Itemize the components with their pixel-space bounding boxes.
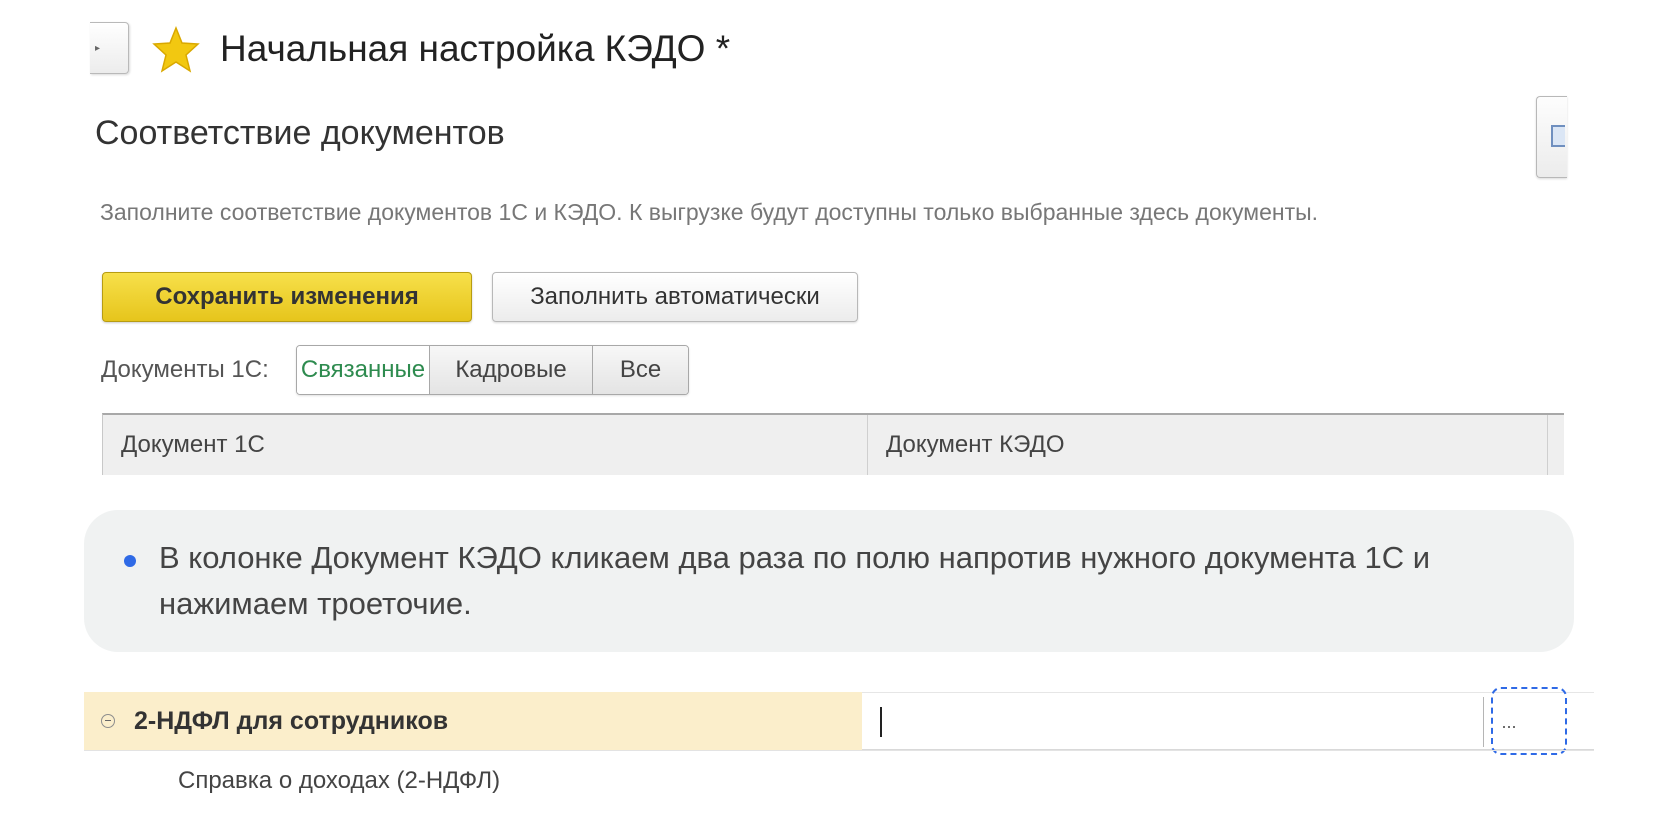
table-row[interactable]: 2-НДФЛ для сотрудников ... [84, 692, 1594, 750]
text-cursor [880, 707, 882, 737]
arrow-right-icon: ▸ [95, 42, 101, 54]
window-title: Начальная настройка КЭДО * [220, 28, 731, 69]
save-button[interactable]: Сохранить изменения [102, 272, 472, 322]
column-header-document-1c[interactable]: Документ 1С [103, 415, 868, 475]
table-header: Документ 1С Документ КЭДО [102, 413, 1564, 475]
instruction-text: В колонке Документ КЭДО кликаем два раза… [159, 540, 1431, 621]
documents-filter-label: Документы 1С: [101, 356, 269, 383]
bullet-icon [124, 555, 136, 567]
documents-filter: Связанные Кадровые Все [296, 345, 689, 395]
star-icon[interactable] [150, 26, 202, 74]
hint-text: Заполните соответствие документов 1С и К… [100, 199, 1319, 225]
choice-button-highlight [1491, 687, 1567, 755]
panel-icon [1551, 125, 1565, 147]
filter-linked[interactable]: Связанные [297, 346, 429, 394]
list-item[interactable]: Справка о доходах (2-НДФЛ) [178, 767, 500, 795]
form-settings-button[interactable] [1536, 96, 1567, 178]
group-cell[interactable]: 2-НДФЛ для сотрудников [84, 692, 862, 750]
filter-all[interactable]: Все [592, 346, 688, 394]
section-title: Соответствие документов [95, 114, 505, 152]
filter-hr[interactable]: Кадровые [429, 346, 592, 394]
group-label: 2-НДФЛ для сотрудников [134, 706, 449, 735]
row-divider [84, 750, 1594, 751]
fill-automatically-button[interactable]: Заполнить автоматически [492, 272, 858, 322]
collapse-icon[interactable] [101, 714, 115, 728]
column-header-document-kedo[interactable]: Документ КЭДО [868, 415, 1548, 475]
document-kedo-input[interactable]: ... [862, 692, 1594, 750]
navigation-button[interactable]: ▸ [90, 22, 129, 74]
